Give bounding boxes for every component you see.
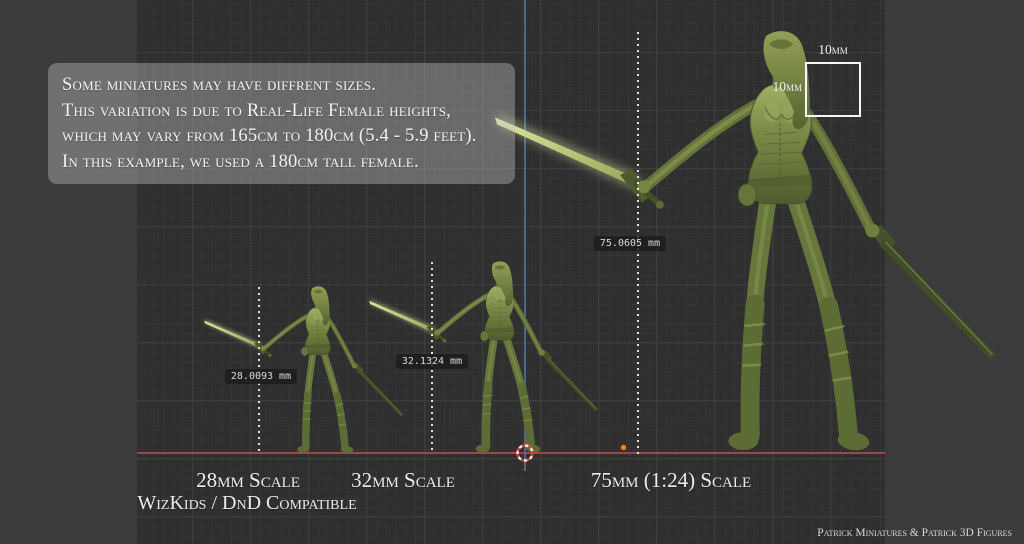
credit-text: Patrick Miniatures & Patrick 3D Figures bbox=[817, 527, 1012, 539]
info-line-3: which may vary from 165cm to 180cm (5.4 … bbox=[62, 124, 501, 150]
scale-sublabel-28mm: WizKids / DnD Compatible bbox=[137, 492, 356, 515]
measurement-label-32mm: 32.1324 mm bbox=[396, 354, 468, 369]
3d-cursor[interactable] bbox=[511, 439, 539, 467]
info-line-2: This variation is due to Real-Life Femal… bbox=[62, 99, 501, 125]
scale-label-75mm: 75mm (1:24) Scale bbox=[591, 468, 751, 493]
info-box: Some miniatures may have diffrent sizes.… bbox=[48, 63, 515, 184]
scale-label-32mm: 32mm Scale bbox=[351, 468, 455, 493]
reference-square-top-label: 10mm bbox=[799, 42, 867, 58]
reference-square-side-label: 10mm bbox=[756, 79, 802, 95]
reference-square-10mm bbox=[805, 62, 861, 117]
info-line-4: In this example, we used a 180cm tall fe… bbox=[62, 150, 501, 176]
info-line-1: Some miniatures may have diffrent sizes. bbox=[62, 73, 501, 99]
measurement-label-75mm: 75.0605 mm bbox=[594, 236, 666, 251]
scale-label-28mm: 28mm Scale bbox=[196, 468, 300, 493]
measurement-label-28mm: 28.0093 mm bbox=[225, 369, 297, 384]
object-origin-dot[interactable] bbox=[621, 445, 626, 450]
